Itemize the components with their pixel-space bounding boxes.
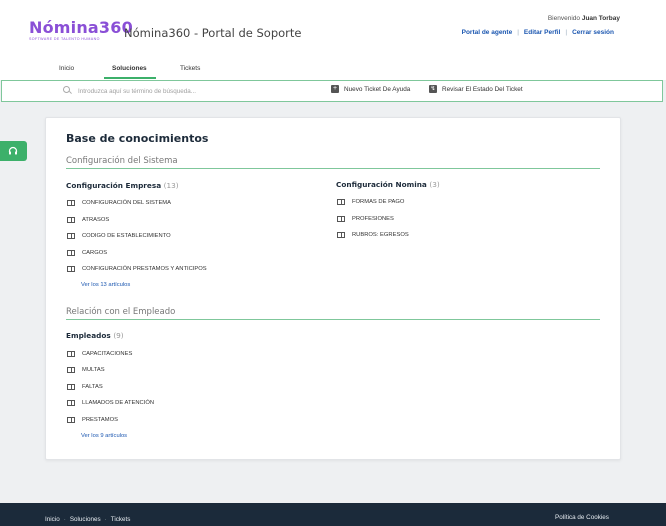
article-title: MULTAS xyxy=(82,367,105,373)
chart-icon: ↯ xyxy=(429,85,437,93)
article-title: RUBROS: EGRESOS xyxy=(352,232,409,238)
book-icon xyxy=(67,417,75,423)
book-icon xyxy=(67,367,75,373)
category-count: (3) xyxy=(429,180,440,189)
main-nav: Inicio Soluciones Tickets xyxy=(0,58,666,80)
footer-solutions-link[interactable]: Soluciones xyxy=(70,516,101,523)
category-name: Empleados xyxy=(66,331,111,340)
book-icon xyxy=(67,250,75,256)
separator: · xyxy=(63,516,66,523)
article-link[interactable]: RUBROS: EGRESOS xyxy=(337,232,409,238)
headset-icon xyxy=(8,146,18,155)
nav-tickets[interactable]: Tickets xyxy=(180,65,200,72)
header: Nómina360 SOFTWARE DE TALENTO HUMANO Nóm… xyxy=(0,0,666,58)
article-link[interactable]: CONFIGURACIÓN DEL SISTEMA xyxy=(67,200,171,206)
category-count: (9) xyxy=(113,331,124,340)
footer: Inicio · Soluciones · Tickets Política d… xyxy=(0,503,666,526)
article-title: PRESTAMOS xyxy=(82,417,118,423)
article-title: PROFESIONES xyxy=(352,216,394,222)
view-all-articles-link[interactable]: Ver los 13 artículos xyxy=(81,282,130,288)
article-link[interactable]: ATRASOS xyxy=(67,217,109,223)
article-title: LLAMADOS DE ATENCIÓN xyxy=(82,400,155,406)
section-divider xyxy=(66,168,600,169)
new-ticket-button[interactable]: + Nuevo Ticket De Ayuda xyxy=(331,85,410,93)
book-icon xyxy=(67,217,75,223)
book-icon xyxy=(67,266,75,272)
separator: · xyxy=(104,516,107,523)
search-bar: + Nuevo Ticket De Ayuda ↯ Revisar El Est… xyxy=(1,80,663,102)
check-ticket-status-label: Revisar El Estado Del Ticket xyxy=(442,85,523,93)
logo-name: Nómina360 xyxy=(29,18,133,37)
article-link[interactable]: FORMAS DE PAGO xyxy=(337,199,404,205)
book-icon xyxy=(67,351,75,357)
article-link[interactable]: CAPACITACIONES xyxy=(67,351,132,357)
article-title: CONFIGURACIÓN PRESTAMOS Y ANTICIPOS xyxy=(82,266,207,272)
user-name: Juan Torbay xyxy=(581,15,620,22)
book-icon xyxy=(67,384,75,390)
knowledge-base-card: Base de conocimientos Configuración del … xyxy=(45,117,621,460)
category-name: Configuración Empresa xyxy=(66,181,162,190)
header-links: Portal de agente | Editar Perfil | Cerra… xyxy=(462,29,614,36)
article-link[interactable]: FALTAS xyxy=(67,384,103,390)
category-count: (13) xyxy=(163,181,179,190)
article-title: ATRASOS xyxy=(82,217,110,223)
category-title[interactable]: Empleados (9) xyxy=(66,331,124,340)
nav-solutions[interactable]: Soluciones xyxy=(112,65,147,72)
book-icon xyxy=(67,400,75,406)
footer-links: Inicio · Soluciones · Tickets xyxy=(45,516,130,523)
portal-title: Nómina360 - Portal de Soporte xyxy=(124,26,302,40)
article-link[interactable]: CODIGO DE ESTABLECIMIENTO xyxy=(67,233,171,239)
category-title[interactable]: Configuración Nomina (3) xyxy=(336,180,440,189)
kb-title: Base de conocimientos xyxy=(66,132,209,145)
article-title: CODIGO DE ESTABLECIMIENTO xyxy=(82,233,171,239)
active-tab-indicator xyxy=(104,77,156,79)
welcome-prefix: Bienvenido xyxy=(547,15,581,22)
welcome-text: Bienvenido Juan Torbay xyxy=(548,15,620,22)
article-link[interactable]: MULTAS xyxy=(67,367,105,373)
category-name: Configuración Nomina xyxy=(336,180,427,189)
article-title: FORMAS DE PAGO xyxy=(352,199,405,205)
article-link[interactable]: LLAMADOS DE ATENCIÓN xyxy=(67,400,154,406)
section-title[interactable]: Configuración del Sistema xyxy=(66,156,178,166)
article-title: FALTAS xyxy=(82,384,103,390)
footer-tickets-link[interactable]: Tickets xyxy=(111,516,131,523)
logo-tagline: SOFTWARE DE TALENTO HUMANO xyxy=(29,37,100,41)
search-input[interactable] xyxy=(78,85,278,97)
book-icon xyxy=(337,216,345,222)
article-link[interactable]: CONFIGURACIÓN PRESTAMOS Y ANTICIPOS xyxy=(67,266,207,272)
check-ticket-status-button[interactable]: ↯ Revisar El Estado Del Ticket xyxy=(429,85,523,93)
separator: | xyxy=(565,29,568,36)
section-title[interactable]: Relación con el Empleado xyxy=(66,307,175,317)
book-icon xyxy=(337,232,345,238)
separator: | xyxy=(517,29,519,36)
book-icon xyxy=(67,200,75,206)
help-button[interactable] xyxy=(0,141,27,161)
logout-link[interactable]: Cerrar sesión xyxy=(572,29,614,36)
edit-profile-link[interactable]: Editar Perfil xyxy=(524,29,560,36)
book-icon xyxy=(67,233,75,239)
article-title: CAPACITACIONES xyxy=(82,351,133,357)
article-link[interactable]: PRESTAMOS xyxy=(67,417,118,423)
article-title: CONFIGURACIÓN DEL SISTEMA xyxy=(82,200,172,206)
plus-icon: + xyxy=(331,85,339,93)
section-divider xyxy=(66,319,600,320)
search-icon xyxy=(63,86,70,93)
book-icon xyxy=(337,199,345,205)
article-link[interactable]: PROFESIONES xyxy=(337,216,394,222)
footer-home-link[interactable]: Inicio xyxy=(45,516,60,523)
nav-home[interactable]: Inicio xyxy=(59,65,74,72)
new-ticket-label: Nuevo Ticket De Ayuda xyxy=(344,85,411,93)
logo[interactable]: Nómina360 SOFTWARE DE TALENTO HUMANO xyxy=(29,18,133,42)
article-title: CARGOS xyxy=(82,250,108,256)
category-title[interactable]: Configuración Empresa (13) xyxy=(66,181,179,190)
article-link[interactable]: CARGOS xyxy=(67,250,107,256)
agent-portal-link[interactable]: Portal de agente xyxy=(462,29,513,36)
cookie-policy-link[interactable]: Política de Cookies xyxy=(555,514,609,521)
view-all-articles-link[interactable]: Ver los 9 artículos xyxy=(81,433,127,439)
